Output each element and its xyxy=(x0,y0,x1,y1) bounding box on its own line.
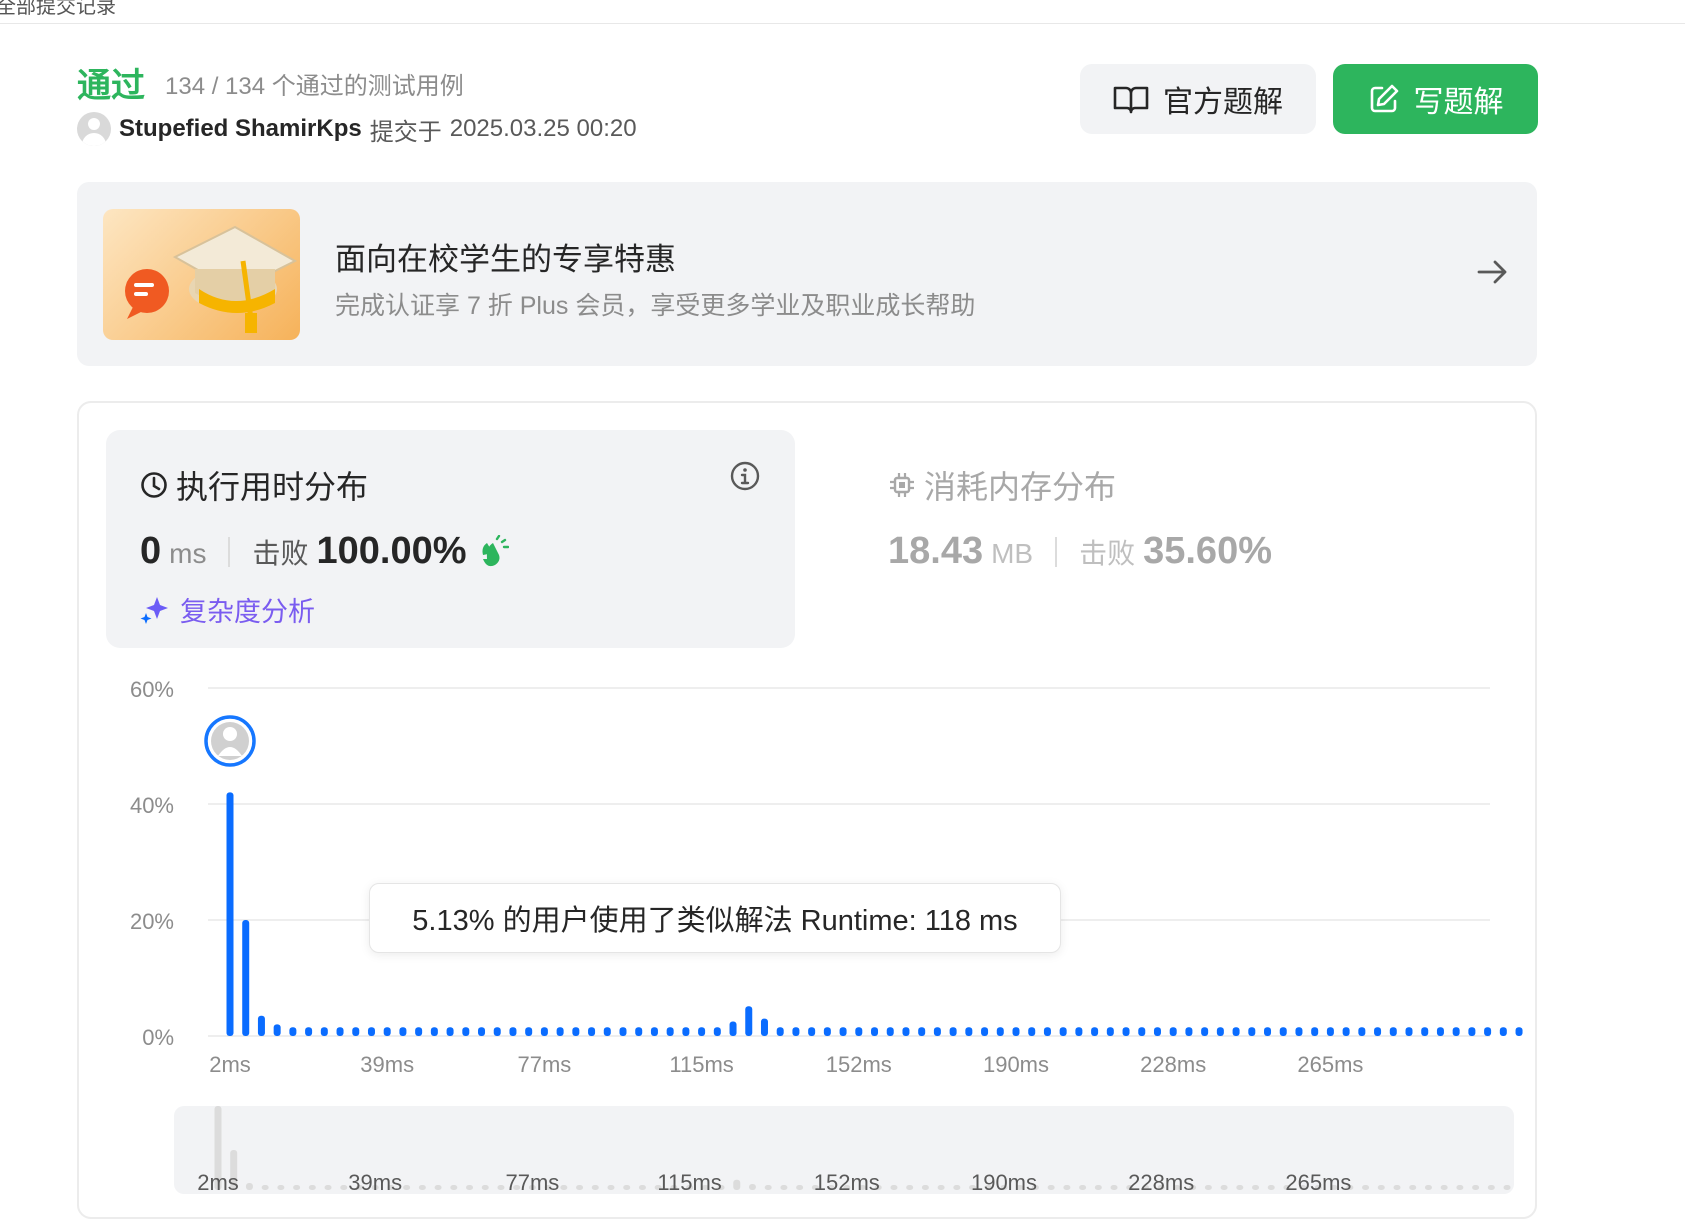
memory-title: 消耗内存分布 xyxy=(924,469,1117,505)
runtime-unit: ms xyxy=(169,538,207,569)
clap-icon xyxy=(482,534,509,566)
runtime-beat-value: 100.00% xyxy=(316,530,467,572)
submission-header: 通过 134 / 134 个通过的测试用例 Stupefied ShamirKp… xyxy=(77,56,1538,156)
complexity-analysis-link[interactable]: 复杂度分析 xyxy=(140,590,315,629)
write-solution-button[interactable]: 写题解 xyxy=(1333,64,1538,134)
breadcrumb[interactable]: 全部提交记录 xyxy=(0,0,116,19)
divider xyxy=(228,536,231,567)
chip-icon xyxy=(890,473,914,497)
edit-icon xyxy=(1370,84,1398,113)
official-solution-label: 官方题解 xyxy=(1163,86,1283,119)
chart-tooltip: 5.13% 的用户使用了类似解法 Runtime: 118 ms xyxy=(369,883,1061,953)
memory-title-row: 消耗内存分布 xyxy=(888,462,1116,508)
clock-icon xyxy=(141,472,167,498)
arrow-right-icon[interactable] xyxy=(1475,254,1511,290)
status-label: 通过 xyxy=(77,67,145,105)
runtime-value: 0 xyxy=(140,530,162,572)
memory-card[interactable]: 消耗内存分布 18.43 MB 击败 35.60% xyxy=(854,430,1454,648)
cases-passed: 134 / 134 个通过的测试用例 xyxy=(165,73,464,100)
avatar[interactable] xyxy=(77,112,111,146)
top-bar: 全部提交记录 xyxy=(0,0,1685,24)
divider xyxy=(1055,536,1058,567)
runtime-beat-label: 击败 xyxy=(252,538,309,569)
student-promo-banner[interactable]: 面向在校学生的专享特惠 完成认证享 7 折 Plus 会员，享受更多学业及职业成… xyxy=(77,182,1537,366)
memory-unit: MB xyxy=(991,538,1034,569)
runtime-title: 执行用时分布 xyxy=(176,469,369,505)
runtime-title-row: 执行用时分布 xyxy=(140,462,368,508)
performance-panel: 执行用时分布 0 ms 击败 100.00% 复杂度分析 消耗内存分布 18.4… xyxy=(77,401,1537,1219)
submitted-label: 提交于 xyxy=(369,118,442,146)
book-icon xyxy=(1113,86,1149,114)
submitted-time: 2025.03.25 00:20 xyxy=(449,115,637,142)
promo-subtitle: 完成认证享 7 折 Plus 会员，享受更多学业及职业成长帮助 xyxy=(335,292,976,320)
memory-beat-value: 35.60% xyxy=(1143,530,1272,572)
promo-title: 面向在校学生的专享特惠 xyxy=(335,242,676,277)
sparkle-icon xyxy=(140,596,168,624)
write-solution-label: 写题解 xyxy=(1413,86,1504,119)
official-solution-button[interactable]: 官方题解 xyxy=(1080,64,1316,134)
username[interactable]: Stupefied ShamirKps xyxy=(119,115,362,143)
runtime-metric: 0 ms 击败 100.00% xyxy=(140,530,509,573)
graduation-cap-image xyxy=(103,209,300,340)
runtime-card[interactable]: 执行用时分布 0 ms 击败 100.00% 复杂度分析 xyxy=(106,430,795,648)
info-icon[interactable] xyxy=(729,460,761,492)
memory-beat-label: 击败 xyxy=(1079,538,1136,569)
submitter-row: Stupefied ShamirKps 提交于 2025.03.25 00:20 xyxy=(77,112,637,146)
memory-value: 18.43 xyxy=(888,530,984,572)
memory-metric: 18.43 MB 击败 35.60% xyxy=(888,530,1272,573)
complexity-label: 复杂度分析 xyxy=(180,597,315,627)
